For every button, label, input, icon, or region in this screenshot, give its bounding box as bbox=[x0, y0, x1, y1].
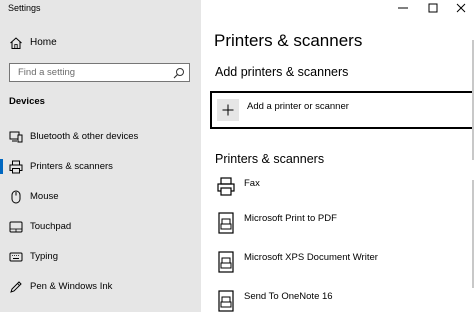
sidebar-item-pen[interactable]: Pen & Windows Ink bbox=[0, 275, 201, 299]
printer-icon bbox=[218, 251, 234, 273]
sidebar-item-label: Pen & Windows Ink bbox=[30, 281, 113, 292]
search-placeholder: Find a setting bbox=[18, 67, 76, 78]
sidebar-item-label: Bluetooth & other devices bbox=[30, 131, 139, 142]
page-title: Printers & scanners bbox=[214, 31, 363, 50]
sidebar-item-label: Typing bbox=[30, 251, 58, 262]
bluetooth-devices-icon bbox=[9, 131, 23, 143]
printer-item-pdf[interactable]: Microsoft Print to PDF bbox=[216, 211, 466, 241]
sidebar-item-mouse[interactable]: Mouse bbox=[0, 185, 201, 209]
pen-icon bbox=[10, 281, 22, 293]
fax-icon bbox=[217, 177, 235, 196]
sidebar-item-bluetooth[interactable]: Bluetooth & other devices bbox=[0, 125, 201, 149]
add-printer-label: Add a printer or scanner bbox=[247, 101, 349, 112]
main-content: Printers & scanners Add printers & scann… bbox=[201, 0, 474, 312]
home-icon bbox=[10, 37, 22, 49]
sidebar-item-printers[interactable]: Printers & scanners bbox=[0, 155, 201, 179]
printers-list-title: Printers & scanners bbox=[215, 152, 325, 166]
sidebar: Settings Home Find a setting Devices Blu… bbox=[0, 0, 201, 312]
add-printer-button[interactable]: Add a printer or scanner bbox=[210, 91, 474, 129]
printer-name: Microsoft Print to PDF bbox=[244, 213, 337, 224]
add-section-title: Add printers & scanners bbox=[215, 65, 349, 79]
sidebar-home-label: Home bbox=[30, 37, 57, 48]
search-icon[interactable] bbox=[173, 67, 185, 79]
selection-indicator bbox=[0, 159, 3, 174]
minimize-icon bbox=[398, 7, 408, 9]
maximize-icon bbox=[428, 3, 438, 13]
close-icon bbox=[456, 3, 466, 13]
printer-icon bbox=[9, 160, 23, 174]
keyboard-icon bbox=[9, 252, 23, 262]
window-title: Settings bbox=[8, 3, 41, 13]
section-title-devices: Devices bbox=[9, 96, 45, 107]
sidebar-item-touchpad[interactable]: Touchpad bbox=[0, 215, 201, 239]
printer-name: Fax bbox=[244, 178, 260, 189]
printer-name: Send To OneNote 16 bbox=[244, 291, 333, 302]
maximize-button[interactable] bbox=[418, 0, 448, 16]
printer-icon bbox=[218, 212, 234, 234]
sidebar-item-home[interactable]: Home bbox=[0, 28, 201, 58]
touchpad-icon bbox=[9, 221, 23, 233]
sidebar-item-typing[interactable]: Typing bbox=[0, 245, 201, 269]
search-input[interactable]: Find a setting bbox=[9, 63, 190, 82]
sidebar-item-label: Touchpad bbox=[30, 221, 72, 232]
plus-icon bbox=[217, 99, 239, 121]
printer-icon bbox=[218, 290, 234, 312]
printer-name: Microsoft XPS Document Writer bbox=[244, 252, 378, 263]
mouse-icon bbox=[11, 190, 21, 204]
printer-item-onenote[interactable]: Send To OneNote 16 bbox=[216, 289, 466, 312]
minimize-button[interactable] bbox=[388, 0, 418, 16]
sidebar-item-label: Mouse bbox=[30, 191, 59, 202]
printer-item-fax[interactable]: Fax bbox=[216, 176, 466, 206]
printer-item-xps[interactable]: Microsoft XPS Document Writer bbox=[216, 250, 466, 280]
close-button[interactable] bbox=[446, 0, 474, 16]
sidebar-item-label: Printers & scanners bbox=[30, 161, 113, 172]
